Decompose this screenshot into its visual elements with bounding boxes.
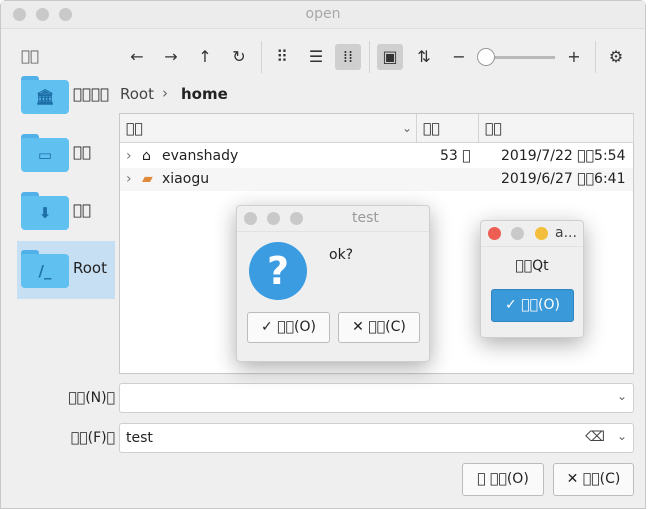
about-ok-button[interactable]: ✓ 􀀀􀀀(O) xyxy=(491,289,574,322)
dialog-titlebar: a... xyxy=(481,221,583,247)
question-icon: ? xyxy=(249,242,307,300)
filter-input[interactable]: test ⌫ ⌄ xyxy=(119,423,634,453)
file-date: 2019/6/27 􀀀􀀀6:41 xyxy=(501,171,626,187)
clear-text-icon[interactable]: ⌫ xyxy=(585,429,605,445)
minimize-dialog-button[interactable] xyxy=(511,227,524,240)
filename-label: 􀀀􀀀(N)􀀀 xyxy=(68,390,115,406)
filter-value: test xyxy=(126,430,153,446)
expand-arrow-icon[interactable]: › xyxy=(126,171,132,187)
file-name: evanshady xyxy=(162,148,239,164)
dialog-titlebar: test xyxy=(237,206,429,232)
filename-input[interactable]: ⌄ xyxy=(119,383,634,413)
dialog-ok-button[interactable]: ✓ 􀀀􀀀(O) xyxy=(247,312,330,343)
table-row[interactable]: › ▰ xiaogu 2019/6/27 􀀀􀀀6:41 xyxy=(120,168,633,191)
close-icon: ✕ xyxy=(566,471,579,487)
sidebar-item-label: 􀀀􀀀􀀀􀀀 xyxy=(73,85,110,103)
about-message: 􀀀􀀀Qt xyxy=(515,258,549,274)
zoom-in-icon[interactable]: + xyxy=(561,44,587,70)
dialog-message: ok? xyxy=(329,247,354,263)
dialog-title: test xyxy=(352,210,379,226)
close-dialog-button[interactable] xyxy=(488,227,501,240)
root-folder-icon: /_ xyxy=(38,262,52,280)
sort-icon[interactable]: ⇅ xyxy=(411,44,437,70)
column-size-header[interactable]: 􀀀􀀀 xyxy=(423,121,440,137)
zoom-slider-handle[interactable] xyxy=(477,48,495,66)
table-row[interactable]: › ⌂ evanshady 53 􀀀 2019/7/22 􀀀􀀀5:54 xyxy=(120,145,633,168)
sidebar-item-root[interactable]: /_ Root xyxy=(17,241,115,299)
monitor-icon: ▭ xyxy=(37,146,53,164)
toolbar-divider xyxy=(369,41,370,73)
sidebar-item-label: 􀀀􀀀 xyxy=(73,201,92,219)
toolbar-divider xyxy=(595,41,596,73)
home-icon: ⌂ xyxy=(142,148,151,164)
expand-arrow-icon[interactable]: › xyxy=(126,148,132,164)
sidebar-item-places-1[interactable]: 🏛 􀀀􀀀􀀀􀀀 xyxy=(17,67,115,125)
list-view-icon[interactable]: ☰ xyxy=(303,44,329,70)
titlebar: open xyxy=(1,1,645,29)
zoom-out-icon[interactable]: − xyxy=(446,44,472,70)
close-dialog-button[interactable] xyxy=(244,212,257,225)
upload-icon: ⤒ xyxy=(477,471,486,487)
back-icon[interactable]: ← xyxy=(124,44,150,70)
sort-chevron-icon[interactable]: ⌄ xyxy=(402,121,412,135)
reload-icon[interactable]: ↻ xyxy=(226,44,252,70)
compact-view-icon[interactable]: ⁞⁞ xyxy=(335,44,361,70)
sidebar-item-label: 􀀀􀀀 xyxy=(73,143,92,161)
chevron-down-icon[interactable]: ⌄ xyxy=(617,429,627,443)
file-date: 2019/7/22 􀀀􀀀5:54 xyxy=(501,148,626,164)
window-title: open xyxy=(305,6,341,22)
chevron-down-icon[interactable]: ⌄ xyxy=(617,389,627,403)
icon-view-icon[interactable]: ⠿ xyxy=(269,44,295,70)
column-name-header[interactable]: 􀀀􀀀 xyxy=(126,121,143,137)
cancel-button[interactable]: ✕ 􀀀􀀀(C) xyxy=(553,463,634,496)
minimize-dialog-button[interactable] xyxy=(267,212,280,225)
settings-gear-icon[interactable]: ⚙ xyxy=(603,44,629,70)
toolbar-divider xyxy=(261,41,262,73)
breadcrumb-root[interactable]: Root xyxy=(120,85,154,103)
download-icon: ⬇ xyxy=(38,204,52,222)
dialog-title: a... xyxy=(555,225,577,241)
sidebar-header: 􀀀􀀀 xyxy=(21,47,40,65)
breadcrumb-separator: › xyxy=(162,84,168,102)
bank-icon: 🏛 xyxy=(35,88,55,106)
maximize-dialog-button[interactable] xyxy=(290,212,303,225)
filter-label: 􀀀􀀀(F)􀀀 xyxy=(70,430,115,446)
file-size: 53 􀀀 xyxy=(440,148,471,164)
sidebar-item-places-3[interactable]: ⬇ 􀀀􀀀 xyxy=(17,183,115,241)
sidebar-item-label: Root xyxy=(73,259,107,277)
file-name: xiaogu xyxy=(162,171,210,187)
file-list-header: 􀀀􀀀 ⌄ 􀀀􀀀 􀀀􀀀 xyxy=(120,114,634,143)
up-icon[interactable]: ↑ xyxy=(192,44,218,70)
open-button[interactable]: ⤒ 􀀀􀀀(O) xyxy=(462,463,544,496)
column-date-header[interactable]: 􀀀􀀀 xyxy=(485,121,502,137)
maximize-dialog-button[interactable] xyxy=(535,227,548,240)
zoom-slider-track[interactable] xyxy=(487,56,555,59)
about-qt-dialog: a... 􀀀􀀀Qt ✓ 􀀀􀀀(O) xyxy=(480,220,584,338)
breadcrumb-current[interactable]: home xyxy=(181,85,228,103)
preview-icon[interactable]: ▣ xyxy=(377,44,403,70)
dialog-cancel-button[interactable]: ✕ 􀀀􀀀(C) xyxy=(338,312,420,343)
folder-icon: ▰ xyxy=(142,171,153,187)
forward-icon[interactable]: → xyxy=(158,44,184,70)
test-message-dialog: test ? ok? ✓ 􀀀􀀀(O) ✕ 􀀀􀀀(C) xyxy=(236,205,430,362)
sidebar-item-places-2[interactable]: ▭ 􀀀􀀀 xyxy=(17,125,115,183)
